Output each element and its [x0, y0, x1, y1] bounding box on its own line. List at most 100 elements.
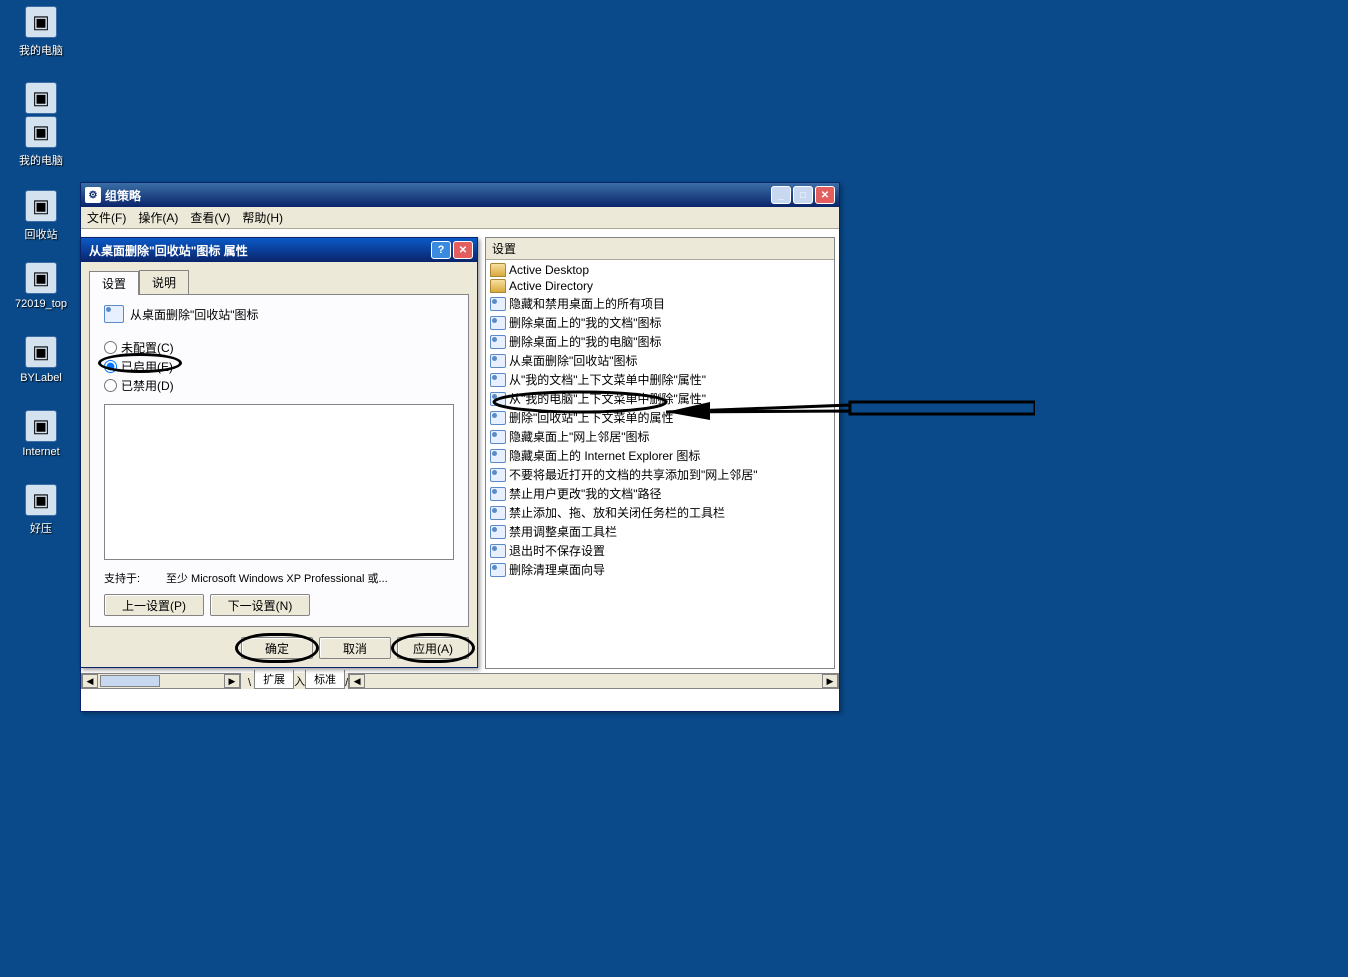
policy-icon — [490, 544, 506, 558]
radio-option[interactable]: 未配置(C) — [104, 339, 454, 356]
list-item[interactable]: 从"我的文档"上下文菜单中删除"属性" — [488, 370, 832, 389]
tab-settings[interactable]: 设置 — [89, 271, 139, 295]
desktop-icon[interactable]: ▣72019_top — [6, 262, 76, 310]
list-item-label: Active Desktop — [509, 263, 589, 277]
maximize-button[interactable]: □ — [793, 186, 813, 204]
desktop-icon[interactable]: ▣回收站 — [6, 190, 76, 242]
list-item-label: 禁止添加、拖、放和关闭任务栏的工具栏 — [509, 504, 725, 521]
list-item[interactable]: 从桌面删除"回收站"图标 — [488, 351, 832, 370]
gp-left-scrollbar[interactable]: ◀ ▶ — [81, 673, 241, 689]
list-item[interactable]: Active Desktop — [488, 262, 832, 278]
close-button[interactable]: ✕ — [453, 241, 473, 259]
gp-app-icon: ⚙ — [85, 187, 101, 203]
properties-dialog: 从桌面删除"回收站"图标 属性 ? ✕ 设置 说明 从桌面删除"回收站"图标 未… — [80, 237, 478, 668]
list-item-label: 从"我的电脑"上下文菜单中删除"属性" — [509, 390, 706, 407]
desktop-item-icon: ▣ — [25, 116, 57, 148]
scroll-right-icon[interactable]: ▶ — [822, 674, 838, 688]
scroll-left-icon[interactable]: ◀ — [82, 674, 98, 688]
list-item[interactable]: 隐藏桌面上"网上邻居"图标 — [488, 427, 832, 446]
list-item[interactable]: 删除桌面上的"我的电脑"图标 — [488, 332, 832, 351]
gp-menubar: 文件(F) 操作(A) 查看(V) 帮助(H) — [81, 207, 839, 229]
desktop-icon[interactable]: ▣Internet — [6, 410, 76, 458]
policy-icon — [490, 563, 506, 577]
list-item-label: 禁止用户更改"我的文档"路径 — [509, 485, 662, 502]
radio-option[interactable]: 已启用(E) — [104, 358, 454, 375]
next-setting-button[interactable]: 下一设置(N) — [210, 594, 310, 616]
gp-titlebar[interactable]: ⚙ 组策略 _ □ ✕ — [81, 183, 839, 207]
cancel-button[interactable]: 取消 — [319, 637, 391, 659]
list-item-label: 不要将最近打开的文档的共享添加到"网上邻居" — [509, 466, 758, 483]
policy-icon — [490, 506, 506, 520]
desktop-item-icon: ▣ — [25, 484, 57, 516]
minimize-button[interactable]: _ — [771, 186, 791, 204]
folder-icon — [490, 263, 506, 277]
gp-settings-panel: 设置 Active DesktopActive Directory隐藏和禁用桌面… — [485, 237, 835, 669]
gp-bottom-bar: ◀ ▶ \ 扩展 入 标准 / ◀ ▶ — [81, 673, 839, 689]
desktop-icon[interactable]: ▣好压 — [6, 484, 76, 536]
help-button[interactable]: ? — [431, 241, 451, 259]
tab-extended[interactable]: 扩展 — [254, 670, 294, 689]
prop-heading-text: 从桌面删除"回收站"图标 — [130, 306, 259, 323]
radio-input[interactable] — [104, 360, 117, 373]
menu-view[interactable]: 查看(V) — [190, 209, 230, 226]
gp-settings-list: Active DesktopActive Directory隐藏和禁用桌面上的所… — [486, 260, 834, 581]
list-item[interactable]: 禁用调整桌面工具栏 — [488, 522, 832, 541]
list-item[interactable]: 删除桌面上的"我的文档"图标 — [488, 313, 832, 332]
list-item[interactable]: 隐藏和禁用桌面上的所有项目 — [488, 294, 832, 313]
desktop-icon-label: BYLabel — [6, 372, 76, 384]
list-item-label: 删除清理桌面向导 — [509, 561, 605, 578]
radio-label: 已禁用(D) — [121, 377, 174, 394]
tab-standard[interactable]: 标准 — [305, 670, 345, 689]
prop-titlebar[interactable]: 从桌面删除"回收站"图标 属性 ? ✕ — [81, 238, 477, 262]
prop-heading: 从桌面删除"回收站"图标 — [104, 305, 454, 323]
policy-icon — [490, 316, 506, 330]
list-item[interactable]: 不要将最近打开的文档的共享添加到"网上邻居" — [488, 465, 832, 484]
desktop-item-icon: ▣ — [25, 190, 57, 222]
tab-explain[interactable]: 说明 — [139, 270, 189, 294]
menu-action[interactable]: 操作(A) — [138, 209, 178, 226]
prop-description-box — [104, 404, 454, 560]
list-item-label: 隐藏桌面上"网上邻居"图标 — [509, 428, 650, 445]
list-item-label: 删除桌面上的"我的电脑"图标 — [509, 333, 662, 350]
desktop-icon[interactable]: ▣ BYLabel — [6, 336, 76, 384]
radio-input[interactable] — [104, 379, 117, 392]
policy-icon — [490, 373, 506, 387]
list-item-label: 从桌面删除"回收站"图标 — [509, 352, 638, 369]
desktop-icon[interactable]: ▣ — [6, 82, 76, 118]
gp-right-scrollbar[interactable]: ◀ ▶ — [348, 673, 839, 689]
desktop-item-icon: ▣ — [25, 262, 57, 294]
scroll-left-icon[interactable]: ◀ — [349, 674, 365, 688]
list-item[interactable]: 从"我的电脑"上下文菜单中删除"属性" — [488, 389, 832, 408]
radio-option[interactable]: 已禁用(D) — [104, 377, 454, 394]
desktop-icon[interactable]: ▣ 我的电脑 — [6, 116, 76, 168]
desktop-item-icon: ▣ — [25, 336, 57, 368]
scroll-thumb[interactable] — [100, 675, 160, 687]
close-button[interactable]: ✕ — [815, 186, 835, 204]
ok-button[interactable]: 确定 — [241, 637, 313, 659]
radio-input[interactable] — [104, 341, 117, 354]
list-item-label: 从"我的文档"上下文菜单中删除"属性" — [509, 371, 706, 388]
list-item[interactable]: 禁止添加、拖、放和关闭任务栏的工具栏 — [488, 503, 832, 522]
list-item-label: 退出时不保存设置 — [509, 542, 605, 559]
policy-icon — [104, 305, 124, 323]
list-item[interactable]: 退出时不保存设置 — [488, 541, 832, 560]
desktop-icon-label: 我的电脑 — [6, 152, 76, 168]
scroll-right-icon[interactable]: ▶ — [224, 674, 240, 688]
policy-icon — [490, 449, 506, 463]
list-item[interactable]: 删除"回收站"上下文菜单的属性 — [488, 408, 832, 427]
policy-icon — [490, 297, 506, 311]
apply-button[interactable]: 应用(A) — [397, 637, 469, 659]
support-text: 至少 Microsoft Windows XP Professional 或..… — [166, 570, 388, 586]
list-item[interactable]: 删除清理桌面向导 — [488, 560, 832, 579]
desktop-item-icon: ▣ — [25, 410, 57, 442]
menu-help[interactable]: 帮助(H) — [242, 209, 283, 226]
list-item[interactable]: Active Directory — [488, 278, 832, 294]
list-item-label: 删除桌面上的"我的文档"图标 — [509, 314, 662, 331]
desktop-icon[interactable]: ▣我的电脑 — [6, 6, 76, 58]
previous-setting-button[interactable]: 上一设置(P) — [104, 594, 204, 616]
policy-icon — [490, 354, 506, 368]
desktop-icon-label: 我的电脑 — [6, 42, 76, 58]
list-item[interactable]: 禁止用户更改"我的文档"路径 — [488, 484, 832, 503]
list-item[interactable]: 隐藏桌面上的 Internet Explorer 图标 — [488, 446, 832, 465]
menu-file[interactable]: 文件(F) — [87, 209, 126, 226]
